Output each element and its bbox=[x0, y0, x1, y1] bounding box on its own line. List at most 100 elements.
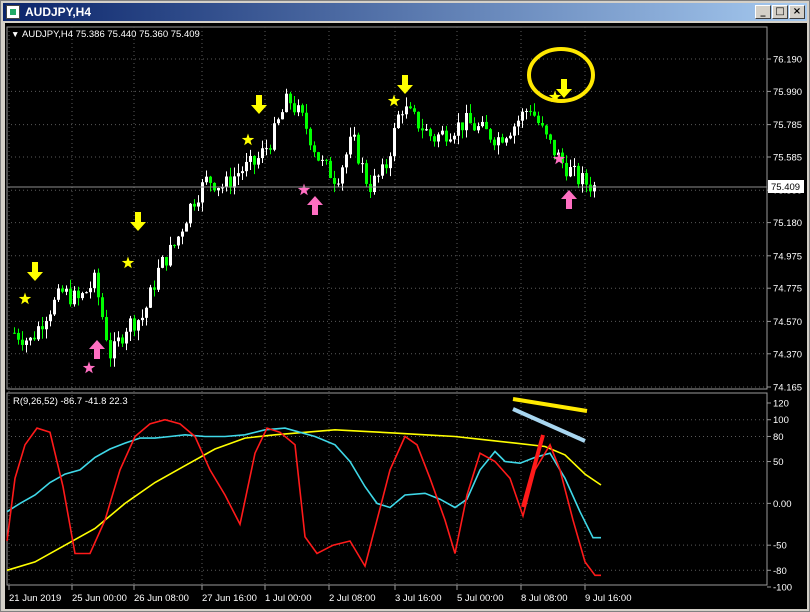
candle-body bbox=[377, 175, 380, 177]
price-tick-label: 75.990 bbox=[773, 87, 802, 98]
candle-body bbox=[425, 129, 428, 131]
candle-body bbox=[437, 134, 440, 142]
candle-body bbox=[489, 129, 492, 140]
chart-info-text: AUDJPY,H4 75.386 75.440 75.360 75.409 bbox=[22, 29, 200, 40]
candle-body bbox=[501, 137, 504, 143]
candles-group bbox=[13, 88, 596, 367]
candle-body bbox=[537, 115, 540, 124]
candle-body bbox=[465, 112, 468, 131]
buy-arrow-icon bbox=[307, 196, 323, 215]
window-titlebar[interactable]: AUDJPY,H4 _ □ × bbox=[3, 3, 807, 21]
candle-body bbox=[161, 256, 164, 268]
time-tick-label: 9 Jul 16:00 bbox=[585, 593, 631, 604]
candle-body bbox=[309, 128, 312, 146]
price-tick-label: 74.775 bbox=[773, 284, 802, 295]
candle-body bbox=[305, 112, 308, 129]
candle-body bbox=[393, 128, 396, 157]
candle-body bbox=[193, 203, 196, 207]
candle-body bbox=[517, 120, 520, 127]
candle-body bbox=[241, 171, 244, 174]
close-button[interactable]: × bbox=[789, 5, 805, 19]
candle-body bbox=[261, 148, 264, 159]
buy-star-icon bbox=[297, 183, 311, 196]
chart-canvas[interactable]: 76.19075.99075.78575.58575.38075.18074.9… bbox=[5, 23, 807, 609]
candle-body bbox=[545, 125, 548, 135]
chart-collapse-icon[interactable]: ▼ bbox=[11, 29, 19, 39]
candle-body bbox=[237, 173, 240, 177]
indicator-tick-label: 0.00 bbox=[773, 499, 792, 510]
candle-body bbox=[385, 164, 388, 169]
candle-body bbox=[149, 287, 152, 308]
candle-body bbox=[473, 123, 476, 131]
candle-body bbox=[225, 176, 228, 188]
candle-body bbox=[21, 339, 24, 345]
indicator-tick-label: -50 bbox=[773, 541, 787, 552]
minimize-button[interactable]: _ bbox=[755, 5, 771, 19]
time-tick-label: 5 Jul 00:00 bbox=[457, 593, 503, 604]
candle-body bbox=[189, 203, 192, 224]
candle-body bbox=[313, 145, 316, 153]
buy-star-icon bbox=[82, 361, 96, 374]
candle-body bbox=[433, 136, 436, 142]
candle-body bbox=[57, 288, 60, 300]
buy-arrow-icon bbox=[89, 340, 105, 359]
time-tick-label: 2 Jul 08:00 bbox=[329, 593, 375, 604]
signal-markers bbox=[18, 75, 577, 374]
candle-body bbox=[165, 256, 168, 266]
sell-star-icon bbox=[121, 256, 135, 269]
candle-body bbox=[153, 287, 156, 290]
candle-body bbox=[461, 122, 464, 131]
candle-body bbox=[265, 148, 268, 150]
candle-body bbox=[565, 162, 568, 177]
candle-body bbox=[389, 156, 392, 169]
chart-area[interactable]: 76.19075.99075.78575.58575.38075.18074.9… bbox=[5, 23, 807, 609]
sell-arrow-icon bbox=[130, 212, 146, 231]
candle-body bbox=[341, 167, 344, 184]
candle-body bbox=[409, 106, 412, 109]
candle-body bbox=[469, 112, 472, 124]
candle-body bbox=[37, 326, 40, 340]
candle-body bbox=[525, 110, 528, 112]
candle-body bbox=[141, 317, 144, 321]
chart-grid bbox=[7, 27, 767, 585]
main-chart-frame bbox=[6, 26, 768, 390]
candle-body bbox=[509, 135, 512, 139]
candle-body bbox=[325, 159, 328, 161]
candle-body bbox=[201, 182, 204, 203]
candle-body bbox=[181, 231, 184, 237]
window-title: AUDJPY,H4 bbox=[25, 5, 92, 19]
candle-body bbox=[133, 318, 136, 331]
candle-body bbox=[157, 267, 160, 290]
indicator-tick-label: 50 bbox=[773, 457, 784, 468]
indicator-lines bbox=[6, 418, 602, 577]
candle-body bbox=[329, 160, 332, 178]
candle-body bbox=[81, 293, 84, 299]
candle-body bbox=[185, 223, 188, 232]
candle-body bbox=[585, 173, 588, 185]
candle-body bbox=[137, 320, 140, 331]
candle-body bbox=[257, 158, 260, 165]
candle-body bbox=[77, 290, 80, 299]
candle-body bbox=[421, 128, 424, 131]
candle-body bbox=[73, 290, 76, 305]
axis-labels: 76.19075.99075.78575.58575.38075.18074.9… bbox=[8, 55, 802, 604]
price-tick-label: 75.785 bbox=[773, 120, 802, 131]
candle-body bbox=[541, 123, 544, 126]
candle-body bbox=[413, 108, 416, 112]
sell-star-icon bbox=[387, 94, 401, 107]
candle-body bbox=[117, 337, 120, 342]
candle-body bbox=[521, 111, 524, 121]
candle-body bbox=[441, 130, 444, 135]
price-tick-label: 75.180 bbox=[773, 218, 802, 229]
candle-body bbox=[65, 288, 68, 292]
candle-body bbox=[97, 272, 100, 298]
candle-body bbox=[69, 288, 72, 305]
candle-body bbox=[369, 183, 372, 193]
candle-body bbox=[505, 138, 508, 143]
candle-body bbox=[33, 337, 36, 340]
candle-body bbox=[13, 332, 16, 334]
candle-body bbox=[397, 114, 400, 129]
maximize-button[interactable]: □ bbox=[772, 5, 788, 19]
candle-body bbox=[485, 121, 488, 130]
candle-body bbox=[549, 134, 552, 140]
